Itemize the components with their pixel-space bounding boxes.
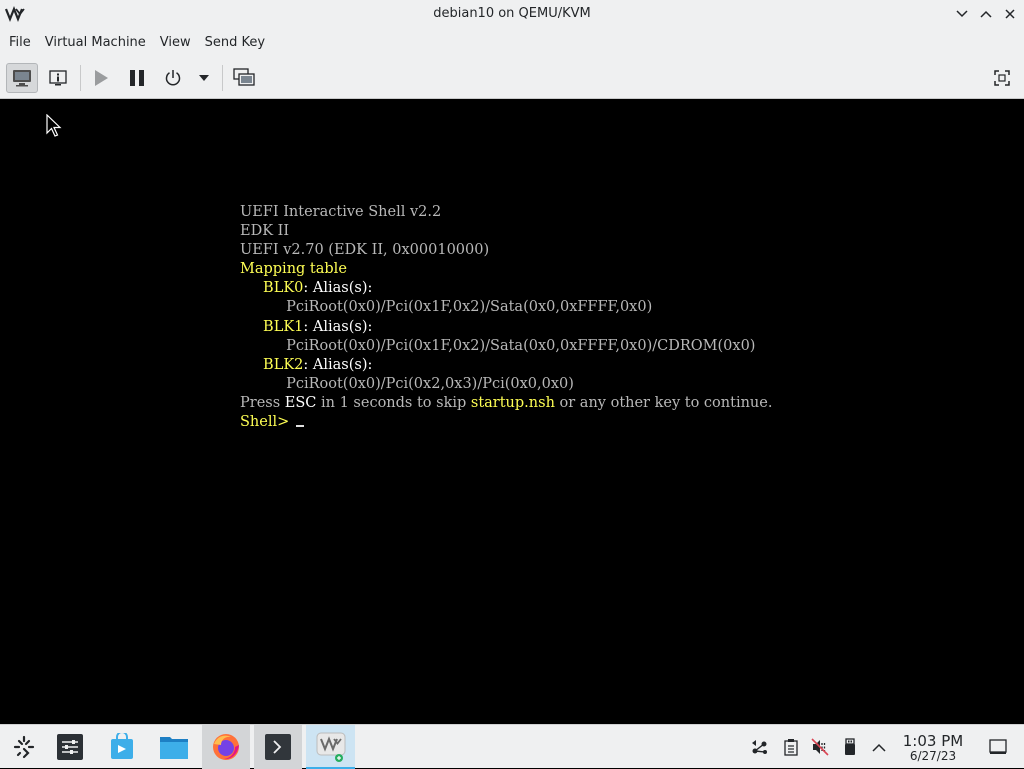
shell-text: : Alias(s): xyxy=(303,318,373,335)
vm-console[interactable]: UEFI Interactive Shell v2.2 EDK II UEFI v2… xyxy=(0,99,1024,724)
pause-icon xyxy=(130,70,144,86)
show-desktop-icon xyxy=(989,739,1007,754)
uefi-shell-output: UEFI Interactive Shell v2.2 EDK II UEFI v2… xyxy=(240,203,772,432)
shell-text: PciRoot(0x0)/Pci(0x1F,0x2)/Sata(0x0,0xFF… xyxy=(286,337,756,354)
discover-store-icon xyxy=(111,733,133,759)
volume-tray-button[interactable] xyxy=(811,738,829,756)
shell-line: BLK1: Alias(s): xyxy=(240,318,772,337)
shell-text: PciRoot(0x0)/Pci(0x2,0x3)/Pci(0x0,0x0) xyxy=(286,375,574,392)
chevron-down-icon xyxy=(956,10,968,18)
shell-text: Press xyxy=(240,394,285,411)
fullscreen-icon xyxy=(994,70,1010,86)
shell-line: Mapping table xyxy=(240,260,772,279)
system-settings-icon xyxy=(57,734,83,760)
shell-text: : Alias(s): xyxy=(303,356,373,373)
info-icon xyxy=(49,70,67,86)
mouse-pointer-icon xyxy=(46,114,62,137)
terminal-button[interactable] xyxy=(254,725,302,769)
dropdown-arrow-icon xyxy=(199,75,209,81)
toolbar-separator xyxy=(222,65,223,91)
shell-text: BLK1 xyxy=(263,318,304,335)
shell-line: PciRoot(0x0)/Pci(0x2,0x3)/Pci(0x0,0x0) xyxy=(240,375,772,394)
file-manager-button[interactable] xyxy=(150,725,198,769)
network-tray-button[interactable] xyxy=(751,738,769,756)
shell-text: startup.nsh xyxy=(470,394,555,411)
shell-line: Press ESC in 1 seconds to skip startup.n… xyxy=(240,394,772,413)
snapshots-button[interactable] xyxy=(230,63,258,93)
monitor-icon xyxy=(13,70,31,87)
usb-device-icon xyxy=(845,738,855,755)
clock-date: 6/27/23 xyxy=(909,749,957,763)
shell-text: PciRoot(0x0)/Pci(0x1F,0x2)/Sata(0x0,0xFF… xyxy=(286,299,653,316)
shell-text: Mapping table xyxy=(240,261,347,278)
run-button[interactable] xyxy=(88,63,114,93)
menu-bar: File Virtual Machine View Send Key xyxy=(0,29,1024,57)
shell-line: PciRoot(0x0)/Pci(0x1F,0x2)/Sata(0x0,0xFF… xyxy=(240,337,772,356)
menu-send-key[interactable]: Send Key xyxy=(198,29,272,57)
console-view-button[interactable] xyxy=(6,63,38,93)
app-launcher-icon xyxy=(13,735,35,759)
terminal-icon xyxy=(265,734,291,760)
details-view-button[interactable] xyxy=(44,63,72,93)
fullscreen-button[interactable] xyxy=(988,63,1016,93)
menu-file[interactable]: File xyxy=(2,29,38,57)
clock[interactable]: 1:03 PM 6/27/23 xyxy=(900,733,966,763)
close-icon xyxy=(1005,9,1015,19)
title-bar: debian10 on QEMU/KVM xyxy=(0,0,1024,29)
shell-line: EDK II xyxy=(240,222,772,241)
system-settings-button[interactable] xyxy=(46,725,94,769)
toolbar xyxy=(0,57,1024,99)
tray-expand-button[interactable] xyxy=(870,738,888,756)
shutdown-menu-button[interactable] xyxy=(194,63,214,93)
tray-expand-icon xyxy=(872,743,886,752)
power-icon xyxy=(165,70,181,86)
shell-text: in 1 seconds to skip xyxy=(316,394,471,411)
shutdown-button[interactable] xyxy=(160,63,186,93)
clock-time: 1:03 PM xyxy=(902,732,964,750)
shell-text: or any other key to continue. xyxy=(554,394,773,411)
chevron-up-icon xyxy=(980,10,992,18)
play-icon xyxy=(95,70,108,86)
virt-manager-task-button[interactable] xyxy=(306,725,355,769)
shell-line: UEFI v2.70 (EDK II, 0x00010000) xyxy=(240,241,772,260)
shell-line: BLK2: Alias(s): xyxy=(240,356,772,375)
menu-view[interactable]: View xyxy=(153,29,198,57)
network-icon xyxy=(752,740,767,754)
clipboard-tray-button[interactable] xyxy=(782,738,800,756)
virt-manager-task-icon xyxy=(316,732,345,762)
shell-line: UEFI Interactive Shell v2.2 xyxy=(240,203,772,222)
volume-muted-icon xyxy=(811,738,829,756)
shell-text: UEFI Interactive Shell v2.2 xyxy=(240,204,442,220)
show-desktop-button[interactable] xyxy=(989,738,1007,756)
firefox-icon xyxy=(213,734,239,760)
shell-text: EDK II xyxy=(240,223,290,240)
shell-line: PciRoot(0x0)/Pci(0x1F,0x2)/Sata(0x0,0xFF… xyxy=(240,298,772,317)
clipboard-icon xyxy=(784,739,798,756)
file-manager-icon xyxy=(160,737,188,759)
shell-line: BLK0: Alias(s): xyxy=(240,279,772,298)
firefox-button[interactable] xyxy=(202,725,250,769)
app-launcher-button[interactable] xyxy=(0,725,48,769)
shell-text: ESC xyxy=(284,394,317,411)
shell-text: BLK0 xyxy=(263,280,304,297)
shell-text: UEFI v2.70 (EDK II, 0x00010000) xyxy=(240,242,490,259)
pause-button[interactable] xyxy=(124,63,150,93)
shell-text: Shell> xyxy=(240,414,294,431)
menu-virtual-machine[interactable]: Virtual Machine xyxy=(38,29,153,57)
window-title: debian10 on QEMU/KVM xyxy=(433,6,591,21)
minimize-button[interactable] xyxy=(953,5,971,23)
usb-tray-button[interactable] xyxy=(841,738,859,756)
toolbar-separator xyxy=(80,65,81,91)
discover-store-button[interactable] xyxy=(98,725,146,769)
shell-text: : Alias(s): xyxy=(303,280,373,297)
shell-line: Shell> xyxy=(240,413,772,432)
snapshot-icon xyxy=(233,68,255,86)
taskbar: 1:03 PM 6/27/23 xyxy=(0,724,1024,769)
maximize-button[interactable] xyxy=(977,5,995,23)
text-cursor xyxy=(295,425,304,428)
close-button[interactable] xyxy=(1001,5,1019,23)
shell-text: BLK2 xyxy=(263,356,304,373)
